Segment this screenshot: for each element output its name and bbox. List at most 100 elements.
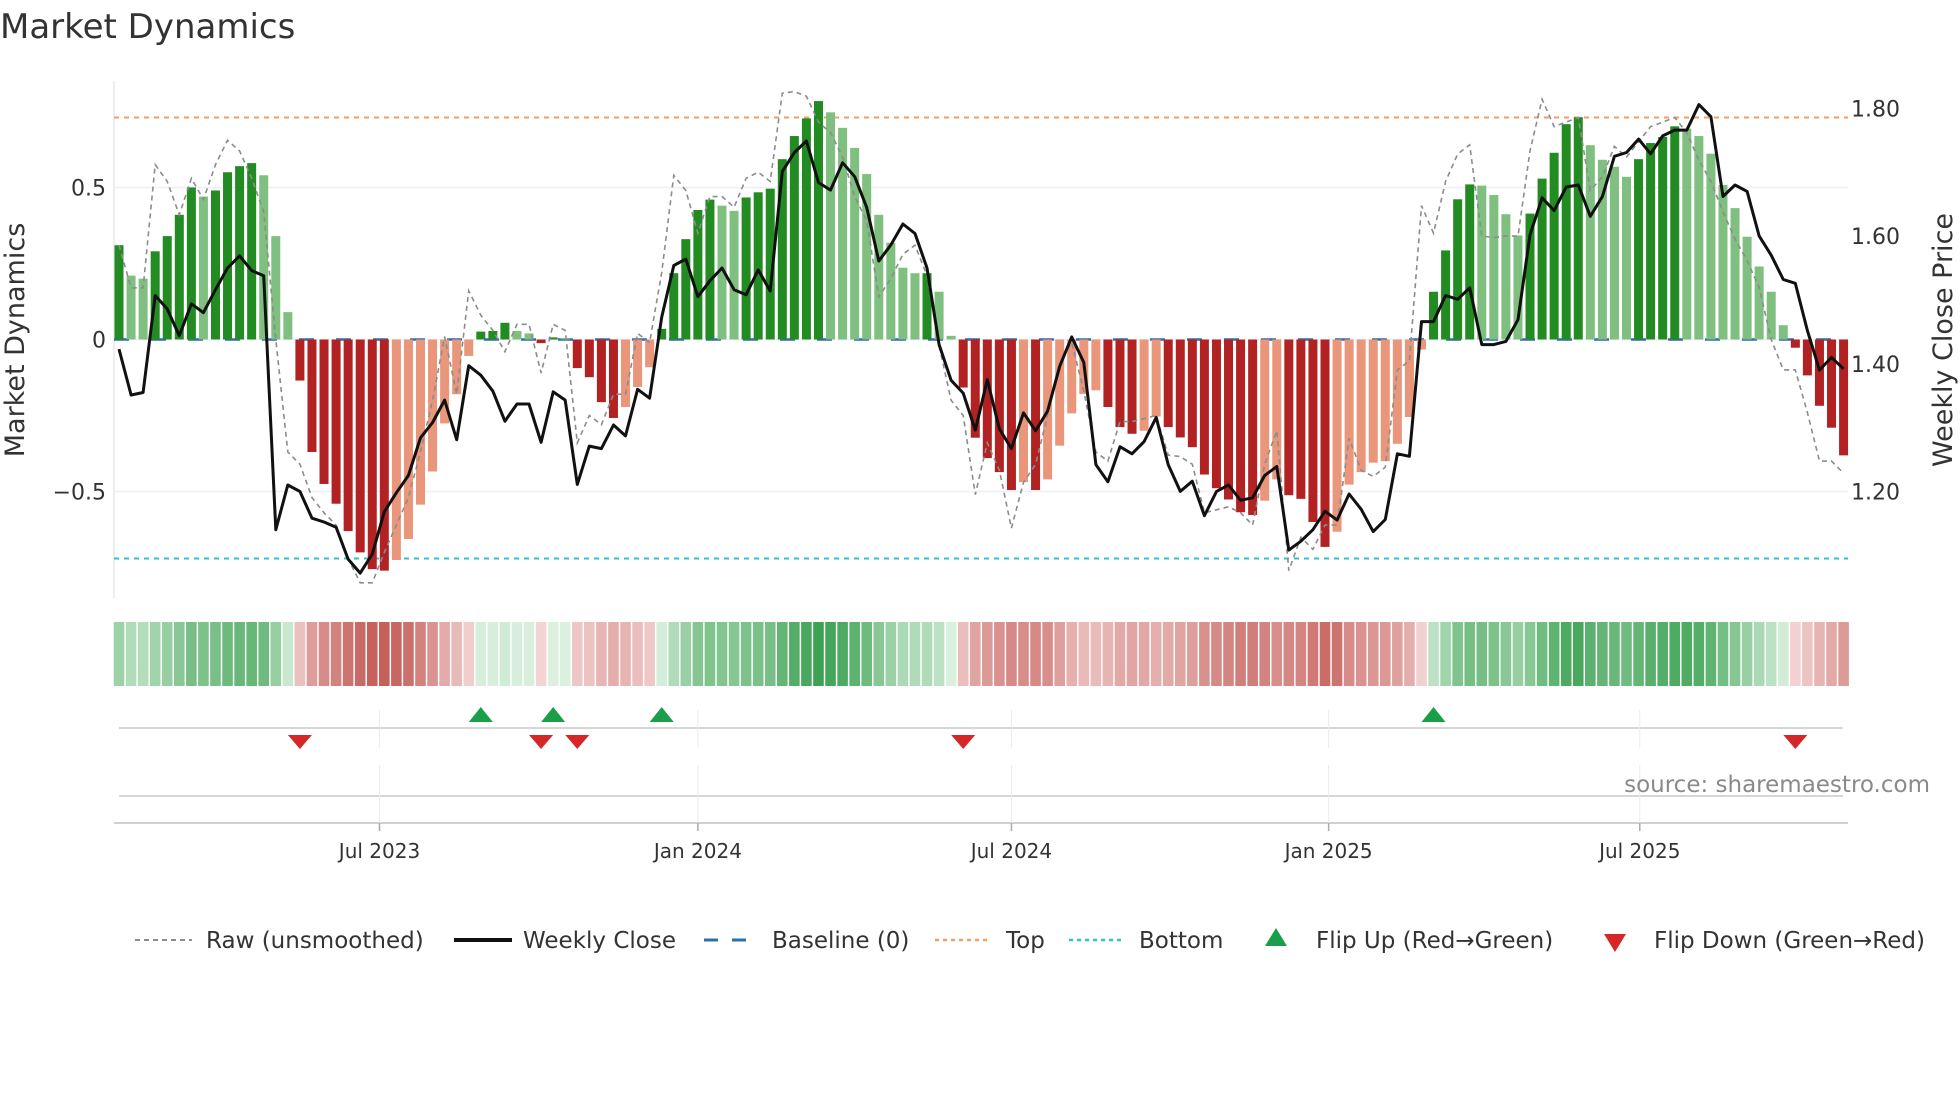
raw-unsmoothed-line — [118, 90, 1845, 584]
momentum-bar — [1284, 339, 1294, 496]
flip-down-marker-icon — [529, 735, 554, 749]
heatmap-cell — [149, 622, 161, 686]
heatmap-cell — [801, 622, 812, 686]
momentum-bar — [1730, 208, 1740, 340]
heatmap-cell — [1355, 622, 1367, 686]
momentum-bar — [1585, 145, 1595, 340]
momentum-bar — [1067, 339, 1077, 414]
heatmap-cell — [740, 622, 752, 686]
momentum-bar — [186, 187, 196, 340]
heatmap-cell — [1597, 622, 1608, 686]
heatmap-cell — [475, 622, 487, 686]
heatmap-cell — [246, 622, 257, 686]
flip-up-marker-icon — [1421, 707, 1446, 722]
heatmap-cell — [1585, 622, 1596, 686]
heatmap-cell — [1645, 622, 1656, 686]
momentum-bar — [343, 339, 353, 532]
x-tick-label: Jul 2024 — [969, 839, 1052, 863]
heatmap-cell — [1765, 622, 1777, 686]
momentum-bar — [1827, 339, 1837, 428]
heatmap-cell — [463, 622, 475, 686]
heatmap-cell — [1838, 622, 1849, 686]
momentum-bar — [355, 339, 365, 553]
heatmap-cell — [1138, 622, 1150, 686]
momentum-bar — [379, 339, 389, 571]
momentum-bar — [1308, 339, 1318, 522]
right-axis-label: Weekly Close Price — [1928, 213, 1959, 467]
momentum-bar — [319, 339, 329, 484]
momentum-bar — [741, 197, 751, 340]
x-tick-label: Jul 2025 — [1597, 839, 1680, 863]
heatmap-cell — [1187, 622, 1198, 686]
momentum-bar — [1814, 339, 1824, 406]
heatmap-cell — [258, 622, 270, 686]
momentum-bar — [1103, 339, 1113, 408]
legend-baseline-label: Baseline (0) — [772, 928, 909, 954]
flip-down-marker-icon — [1783, 735, 1808, 749]
heatmap-cell — [873, 622, 885, 686]
heatmap-cell — [1512, 622, 1524, 686]
heatmap-cell — [1729, 622, 1741, 686]
heatmap-cell — [909, 622, 921, 686]
heatmap-cell — [1006, 622, 1017, 686]
heatmap-cell — [1174, 622, 1186, 686]
momentum-bar — [1019, 339, 1028, 483]
heatmap-cell — [1271, 622, 1283, 686]
heatmap-cell — [1078, 622, 1090, 686]
heatmap-cell — [571, 622, 583, 686]
flip-up-marker-icon — [541, 707, 566, 722]
x-tick-label: Jul 2023 — [337, 839, 420, 863]
momentum-bar — [1742, 236, 1752, 340]
momentum-bar — [416, 339, 425, 505]
heatmap-cell — [439, 622, 450, 686]
momentum-bar — [1091, 339, 1101, 391]
legend-flip-up-icon — [1265, 928, 1287, 946]
momentum-bar — [753, 192, 763, 340]
momentum-bar — [126, 275, 136, 340]
momentum-bar — [1682, 128, 1692, 340]
momentum-bar — [536, 339, 546, 344]
momentum-bar — [464, 339, 474, 356]
heatmap-cell — [1042, 622, 1053, 686]
momentum-bar — [114, 245, 124, 340]
momentum-bar — [693, 209, 703, 340]
momentum-bar — [1368, 339, 1378, 463]
momentum-bar — [886, 242, 896, 340]
momentum-bar — [247, 163, 257, 340]
heatmap-cell — [282, 622, 294, 686]
heatmap-cell — [608, 622, 619, 686]
heatmap-cell — [210, 622, 221, 686]
heatmap-cell — [1307, 622, 1319, 686]
momentum-bar — [1573, 117, 1583, 340]
momentum-bar — [560, 337, 570, 340]
heatmap-cell — [487, 622, 499, 686]
heatmap-cell — [1054, 622, 1065, 686]
momentum-bar — [476, 331, 486, 340]
heatmap-cell — [1536, 622, 1548, 686]
momentum-bar — [1139, 339, 1149, 431]
momentum-bar — [1272, 339, 1282, 480]
left-tick-label: 0 — [92, 329, 106, 354]
left-tick-label: −0.5 — [53, 481, 106, 506]
legend-flip-up-label: Flip Up (Red→Green) — [1316, 928, 1553, 954]
legend-close-label: Weekly Close — [523, 928, 676, 954]
heatmap-cell — [1560, 622, 1572, 686]
heatmap-cell — [161, 622, 173, 686]
momentum-bar — [1658, 136, 1668, 340]
momentum-bars — [114, 101, 1849, 571]
heatmap-cell — [354, 622, 366, 686]
heatmap-cell — [294, 622, 306, 686]
heatmap-cell — [198, 622, 209, 686]
momentum-bar — [174, 214, 184, 340]
heatmap-cell — [1295, 622, 1307, 686]
momentum-bar — [1248, 339, 1258, 515]
heatmap-cell — [1211, 622, 1222, 686]
momentum-heatmap-strip — [113, 622, 1849, 686]
momentum-bar — [1453, 199, 1463, 340]
momentum-bar — [1127, 339, 1137, 434]
momentum-bar — [1175, 339, 1185, 438]
heatmap-cell — [1572, 622, 1584, 686]
momentum-bar — [994, 339, 1004, 473]
heatmap-cell — [1826, 622, 1837, 686]
momentum-bar — [1561, 124, 1571, 340]
